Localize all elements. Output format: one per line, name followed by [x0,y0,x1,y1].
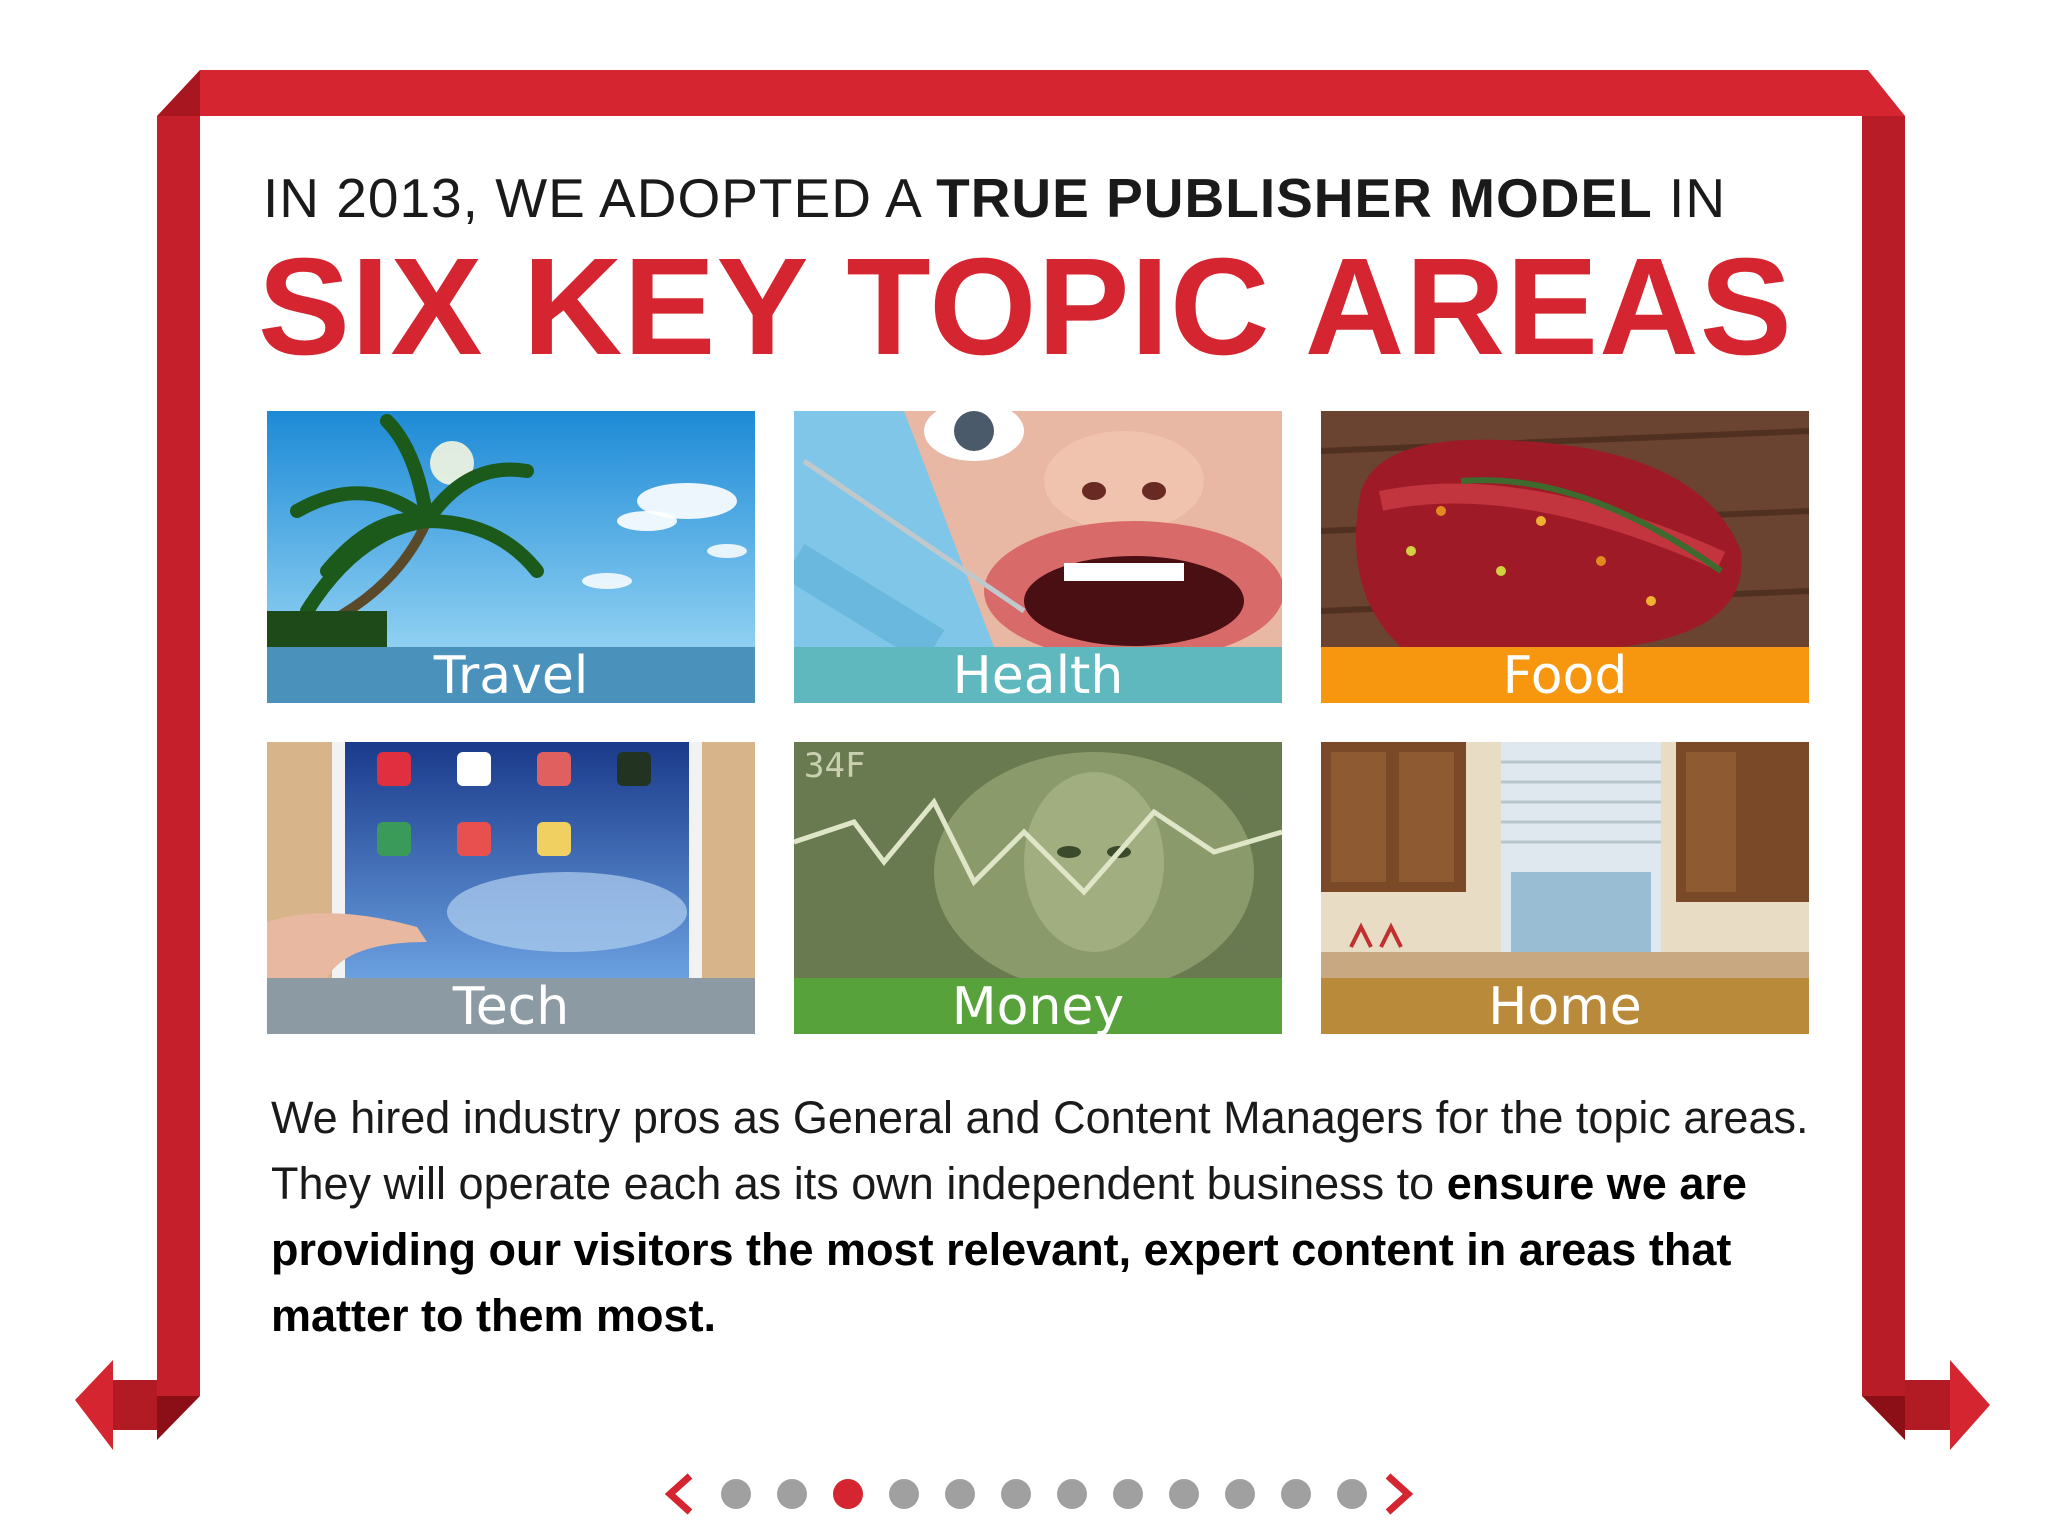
topic-tile-home[interactable]: Home [1321,742,1809,1034]
topic-tile-tech[interactable]: Tech [267,742,755,1034]
pagination-dot[interactable] [1169,1479,1199,1509]
pagination-dot[interactable] [1337,1479,1367,1509]
headline: IN 2013, WE ADOPTED A TRUE PUBLISHER MOD… [263,166,1823,230]
pagination-dot[interactable] [1113,1479,1143,1509]
money-image: 34F [794,742,1282,978]
topic-label: Tech [267,978,755,1034]
topic-label: Home [1321,978,1809,1034]
pagination-dot[interactable] [1281,1479,1311,1509]
topic-label: Travel [267,647,755,703]
pagination-dot[interactable] [721,1479,751,1509]
pagination-dot[interactable] [777,1479,807,1509]
topic-tile-travel[interactable]: Travel [267,411,755,703]
chevron-right-icon[interactable] [1380,1472,1418,1516]
topic-tile-food[interactable]: Food [1321,411,1809,703]
pagination [660,1468,1420,1518]
svg-text:34F: 34F [804,746,865,786]
tech-image [267,742,755,978]
topic-label: Health [794,647,1282,703]
chevron-left-icon[interactable] [660,1472,698,1516]
health-image [794,411,1282,647]
pagination-dot[interactable] [889,1479,919,1509]
food-image [1321,411,1809,647]
pagination-dot[interactable] [1225,1479,1255,1509]
travel-image [267,411,755,647]
topic-tile-health[interactable]: Health [794,411,1282,703]
pagination-dot[interactable] [945,1479,975,1509]
pagination-dot[interactable] [1001,1479,1031,1509]
pagination-dot[interactable] [833,1479,863,1509]
page-title: SIX KEY TOPIC AREAS [258,230,1793,384]
headline-suffix: IN [1652,167,1727,229]
topic-label: Food [1321,647,1809,703]
topic-label: Money [794,978,1282,1034]
pagination-dot[interactable] [1057,1479,1087,1509]
topic-tile-money[interactable]: 34F Money [794,742,1282,1034]
body-text: We hired industry pros as General and Co… [271,1085,1831,1349]
headline-bold: TRUE PUBLISHER MODEL [936,167,1653,229]
home-image [1321,742,1809,978]
headline-prefix: IN 2013, WE ADOPTED A [263,167,937,229]
